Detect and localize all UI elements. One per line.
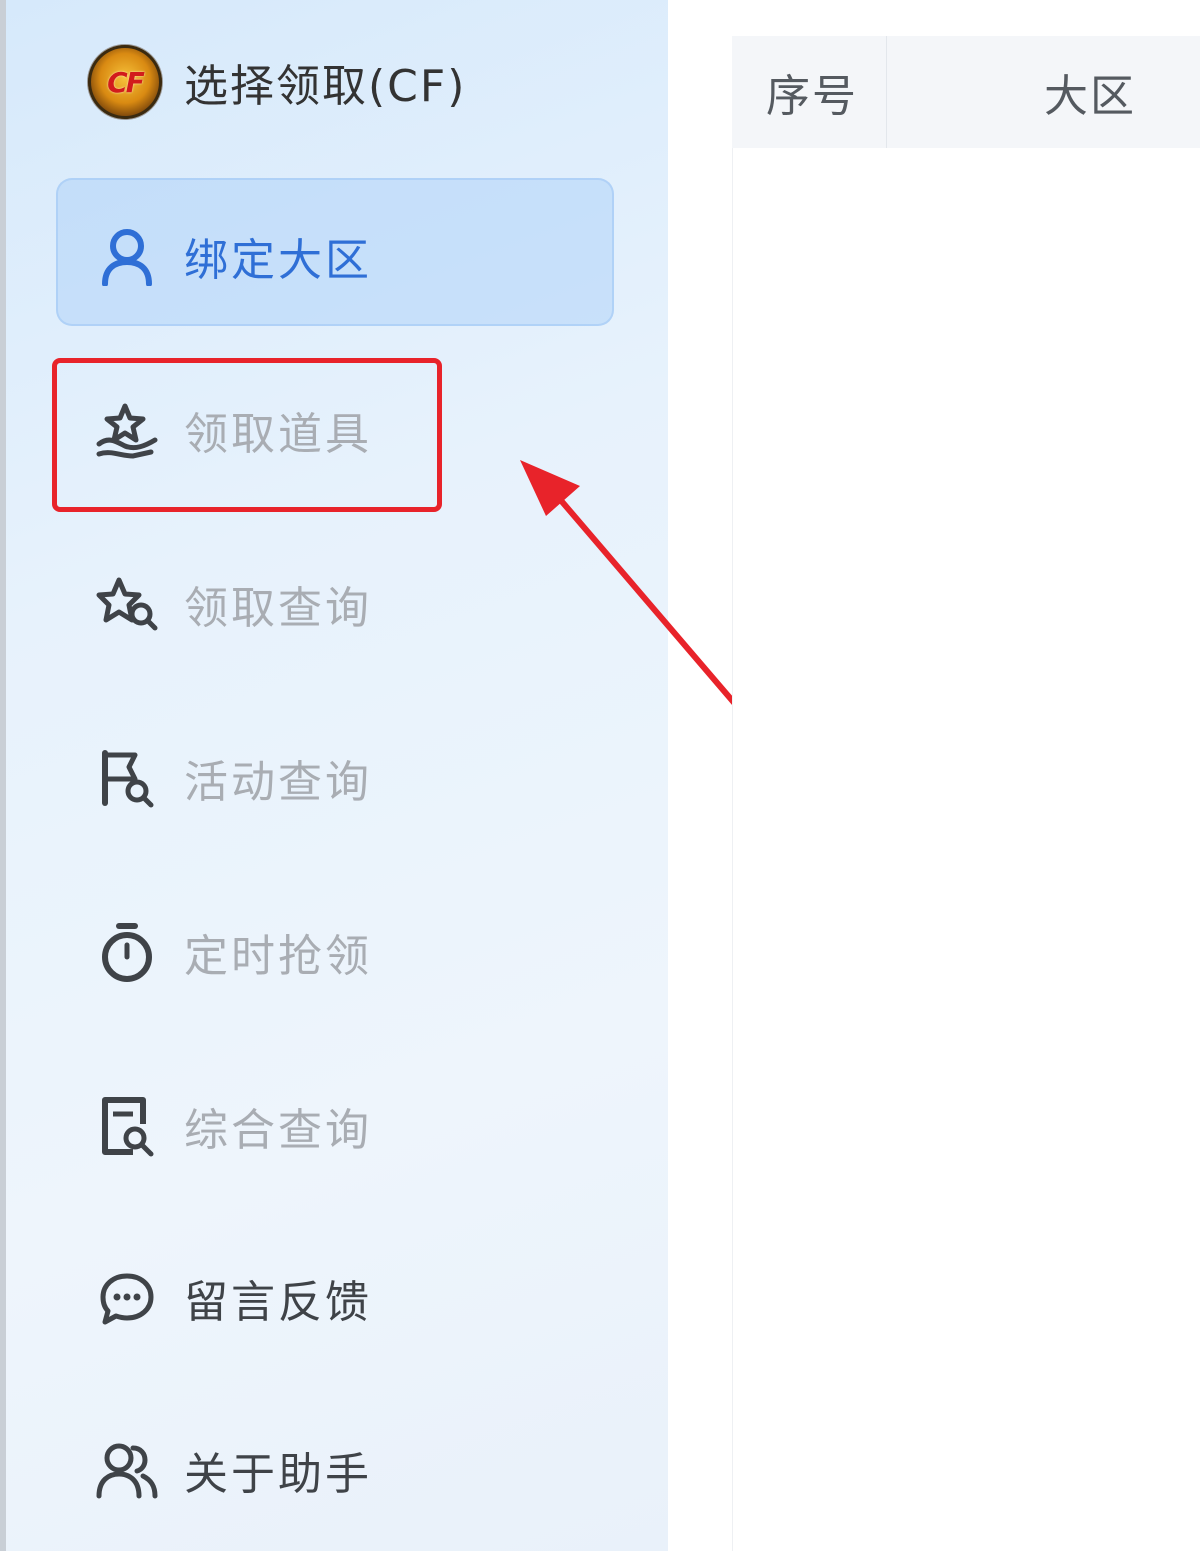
annotation-highlight-box bbox=[52, 358, 442, 512]
sidebar-item-label: 综合查询 bbox=[184, 1105, 372, 1156]
sidebar-header[interactable]: CF 选择领取(CF) bbox=[88, 44, 466, 120]
sidebar-item-label: 绑定大区 bbox=[184, 235, 372, 286]
users-icon bbox=[92, 1435, 162, 1505]
sidebar-item-label: 定时抢领 bbox=[184, 931, 372, 982]
stopwatch-icon bbox=[92, 917, 162, 987]
sidebar-item-label: 领取查询 bbox=[184, 583, 372, 634]
cf-logo: CF bbox=[88, 45, 162, 119]
sidebar-item-feedback[interactable]: 留言反馈 bbox=[92, 1258, 612, 1338]
star-search-icon bbox=[92, 569, 162, 639]
game-select-title[interactable]: 选择领取(CF) bbox=[184, 50, 466, 114]
table-body bbox=[732, 148, 1200, 1551]
annotation-arrow-icon bbox=[520, 460, 757, 729]
column-header-index[interactable]: 序号 bbox=[766, 36, 858, 148]
logo-text: CF bbox=[107, 65, 145, 99]
chat-bubble-icon bbox=[92, 1263, 162, 1333]
sidebar-item-activity-query[interactable]: 活动查询 bbox=[92, 738, 612, 818]
sidebar-item-label: 关于助手 bbox=[184, 1449, 372, 1500]
flag-search-icon bbox=[92, 743, 162, 813]
sidebar-item-label: 留言反馈 bbox=[184, 1277, 372, 1328]
app-window: CF 选择领取(CF) 绑定大区 领取道具 领取查询 活动查询 定时抢领 综合查… bbox=[0, 0, 1200, 1551]
sidebar-item-label: 活动查询 bbox=[184, 757, 372, 808]
sidebar-item-about[interactable]: 关于助手 bbox=[92, 1430, 612, 1510]
document-search-icon bbox=[92, 1091, 162, 1161]
column-divider bbox=[886, 36, 887, 148]
user-icon bbox=[92, 221, 162, 291]
table-header: 序号 大区 bbox=[732, 36, 1200, 149]
sidebar-item-general-query[interactable]: 综合查询 bbox=[92, 1086, 612, 1166]
sidebar-item-timed-grab[interactable]: 定时抢领 bbox=[92, 912, 612, 992]
column-header-region[interactable]: 大区 bbox=[1044, 36, 1136, 148]
sidebar-item-bind-region[interactable]: 绑定大区 bbox=[92, 216, 612, 296]
